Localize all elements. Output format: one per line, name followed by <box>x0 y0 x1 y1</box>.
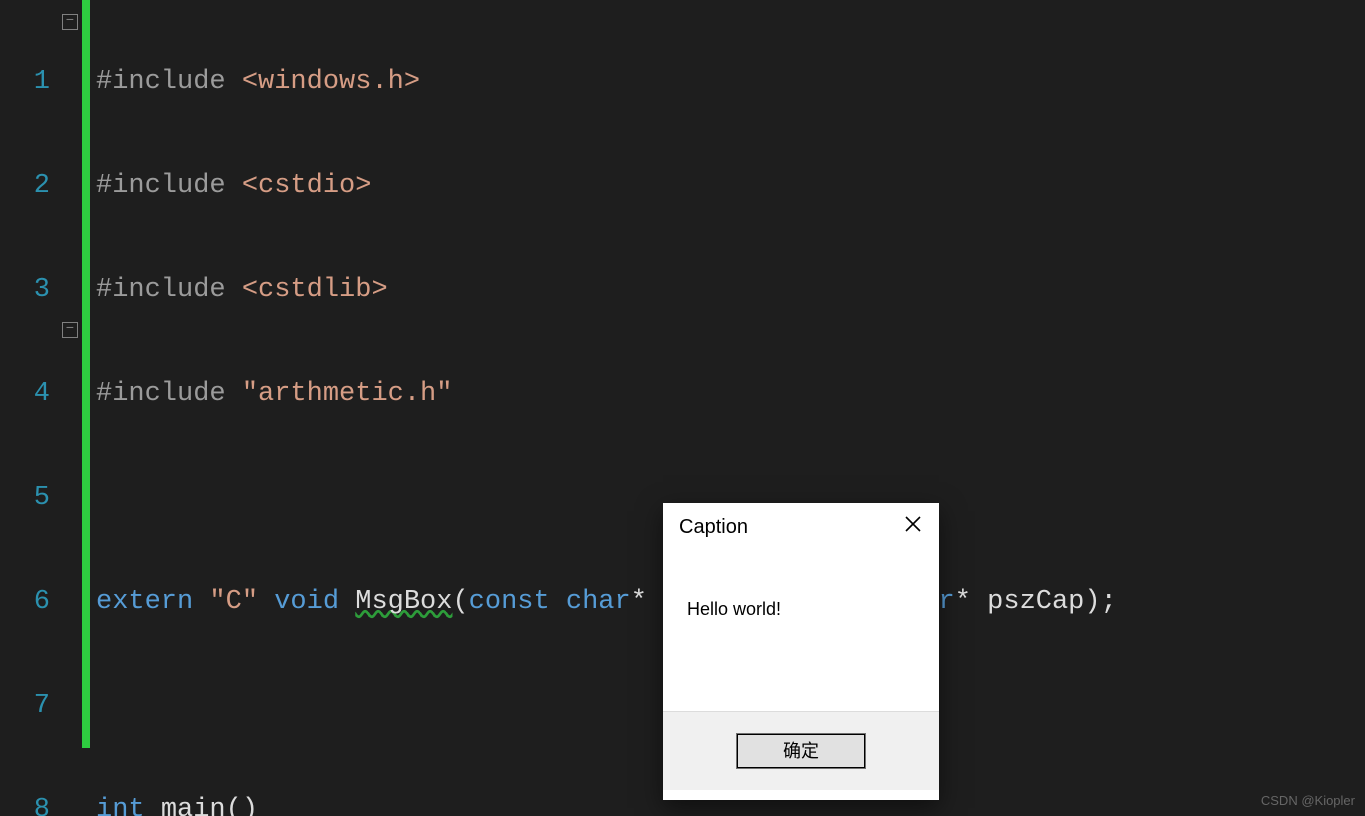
close-icon[interactable] <box>897 511 929 543</box>
dialog-footer: 确定 <box>663 711 939 790</box>
fold-toggle-icon[interactable]: − <box>62 322 78 338</box>
dialog-title-text: Caption <box>679 516 748 539</box>
line-number: 8 <box>0 788 60 816</box>
code-line: #include <cstdio> <box>90 164 1365 208</box>
fold-column: − − <box>60 0 82 816</box>
message-box-dialog: Caption Hello world! 确定 <box>663 503 939 800</box>
dialog-titlebar[interactable]: Caption <box>663 503 939 551</box>
line-number: 5 <box>0 476 60 520</box>
ok-button[interactable]: 确定 <box>736 733 866 769</box>
code-line: #include <cstdlib> <box>90 268 1365 312</box>
line-number: 4 <box>0 372 60 416</box>
line-number: 1 <box>0 60 60 104</box>
code-line: #include "arthmetic.h" <box>90 372 1365 416</box>
line-number: 2 <box>0 164 60 208</box>
line-number: 3 <box>0 268 60 312</box>
dialog-body: Hello world! <box>663 551 939 711</box>
dialog-message-text: Hello world! <box>687 599 781 619</box>
watermark-text: CSDN @Kiopler <box>1261 793 1355 808</box>
code-line: #include <windows.h> <box>90 60 1365 104</box>
line-number-gutter: 1 2 3 4 5 6 7 8 9 10 11 12 13 14 15 16 1… <box>0 0 60 816</box>
line-number: 7 <box>0 684 60 728</box>
fold-toggle-icon[interactable]: − <box>62 14 78 30</box>
line-number: 6 <box>0 580 60 624</box>
